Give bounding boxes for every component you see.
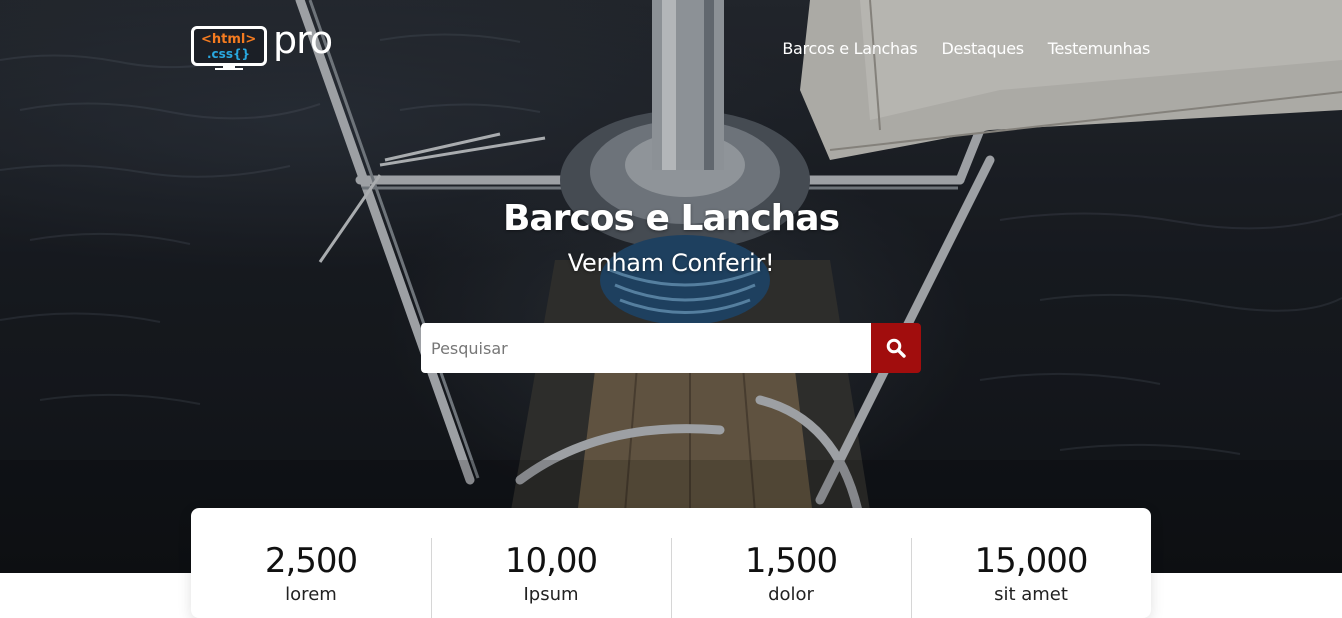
search-button[interactable]: [871, 323, 921, 373]
search-icon: [886, 338, 906, 358]
stat-label: Ipsum: [523, 584, 579, 605]
search-form: [421, 323, 921, 373]
logo-monitor-base: [215, 68, 243, 70]
stat-label: lorem: [285, 584, 337, 605]
stat-item: 2,500 lorem: [191, 508, 431, 618]
stat-item: 10,00 Ipsum: [431, 508, 671, 618]
stat-item: 15,000 sit amet: [911, 508, 1151, 618]
logo-monitor-icon: <html> .css{}: [191, 26, 267, 66]
stat-value: 15,000: [974, 541, 1089, 581]
stat-value: 1,500: [744, 541, 838, 581]
logo-suffix: pro: [273, 18, 333, 62]
hero-title: Barcos e Lanchas: [502, 198, 840, 239]
nav-item-destaques[interactable]: Destaques: [941, 39, 1024, 58]
logo-css-text: .css{}: [207, 47, 251, 61]
logo-html-text: <html>: [201, 32, 257, 47]
main-nav: Barcos e Lanchas Destaques Testemunhas: [782, 39, 1150, 58]
hero-subtitle: Venham Conferir!: [567, 249, 775, 277]
hero-overlay: [0, 0, 1342, 573]
stat-label: dolor: [768, 584, 814, 605]
hero-banner: [0, 0, 1342, 573]
nav-item-barcos-e-lanchas[interactable]: Barcos e Lanchas: [782, 39, 917, 58]
stat-label: sit amet: [994, 584, 1068, 605]
logo[interactable]: <html> .css{} pro: [191, 18, 343, 70]
stats-panel: 2,500 lorem 10,00 Ipsum 1,500 dolor 15,0…: [191, 508, 1151, 618]
search-input[interactable]: [421, 323, 871, 373]
nav-item-testemunhas[interactable]: Testemunhas: [1048, 39, 1151, 58]
stat-value: 10,00: [504, 541, 598, 581]
stat-item: 1,500 dolor: [671, 508, 911, 618]
stat-value: 2,500: [264, 541, 358, 581]
